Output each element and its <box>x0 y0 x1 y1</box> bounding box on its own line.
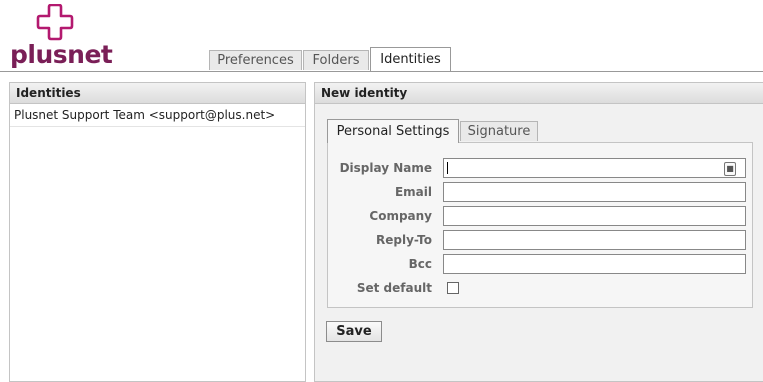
display-name-field[interactable]: ■ <box>443 158 746 178</box>
tab-signature[interactable]: Signature <box>460 121 538 141</box>
tab-personal-settings[interactable]: Personal Settings <box>327 119 459 143</box>
address-book-icon[interactable]: ■ <box>724 162 736 176</box>
reply-to-label: Reply-To <box>376 233 432 247</box>
text-caret <box>447 162 448 174</box>
company-field[interactable] <box>443 206 746 226</box>
company-label: Company <box>369 209 432 223</box>
new-identity-title: New identity <box>315 83 763 104</box>
identities-panel-title: Identities <box>10 83 305 104</box>
tab-divider <box>0 71 763 72</box>
personal-settings-form: Display Name ■ Email Company Reply-To Bc… <box>327 142 753 308</box>
email-label: Email <box>394 185 432 199</box>
identity-list-item[interactable]: Plusnet Support Team <support@plus.net> <box>10 104 305 127</box>
tab-preferences[interactable]: Preferences <box>209 50 302 70</box>
brand-name: plusnet <box>10 40 113 69</box>
email-field[interactable] <box>443 182 746 202</box>
save-button[interactable]: Save <box>326 321 382 342</box>
bcc-field[interactable] <box>443 254 746 274</box>
set-default-label: Set default <box>356 281 432 295</box>
set-default-checkbox[interactable] <box>447 282 459 294</box>
tab-identities[interactable]: Identities <box>370 47 451 71</box>
tab-folders[interactable]: Folders <box>303 50 369 70</box>
plusnet-logo: plusnet <box>7 4 113 72</box>
identities-panel: Identities Plusnet Support Team <support… <box>9 82 306 382</box>
reply-to-field[interactable] <box>443 230 746 250</box>
bcc-label: Bcc <box>408 257 432 271</box>
plus-logo-icon <box>36 4 74 41</box>
new-identity-panel: New identity Personal Settings Signature… <box>314 82 763 382</box>
display-name-label: Display Name <box>339 161 432 175</box>
